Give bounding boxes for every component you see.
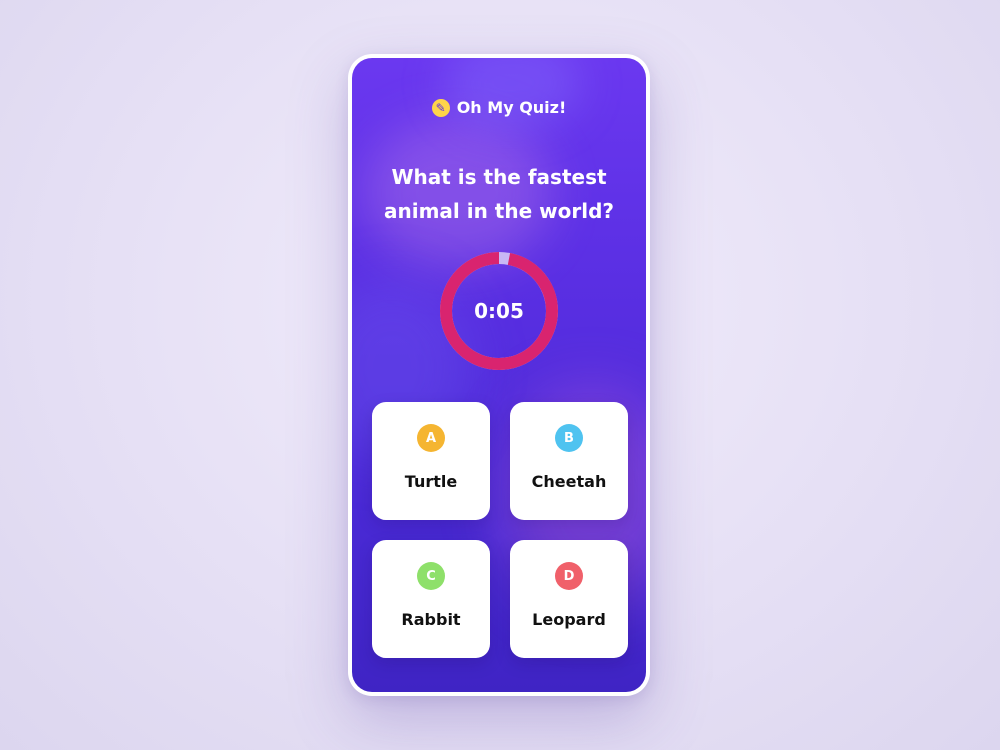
quiz-logo-icon: ✎ [431, 98, 450, 117]
answer-letter-badge: C [417, 562, 445, 590]
app-title: Oh My Quiz! [456, 98, 567, 117]
phone-frame: ✎ Oh My Quiz! What is the fastest animal… [348, 54, 650, 696]
answer-letter-badge: D [555, 562, 583, 590]
answer-option-a[interactable]: A Turtle [372, 402, 490, 520]
answer-label: Rabbit [401, 610, 461, 629]
answer-option-d[interactable]: D Leopard [510, 540, 628, 658]
answer-letter-badge: A [417, 424, 445, 452]
answer-label: Leopard [532, 610, 606, 629]
background-glow [442, 58, 582, 128]
answer-label: Cheetah [531, 472, 607, 491]
answer-label: Turtle [404, 472, 458, 491]
answer-letter-badge: B [555, 424, 583, 452]
timer-value: 0:05 [474, 299, 524, 323]
question-text: What is the fastest animal in the world? [384, 165, 614, 223]
answer-option-c[interactable]: C Rabbit [372, 540, 490, 658]
app-header: ✎ Oh My Quiz! [352, 98, 646, 117]
answer-option-b[interactable]: B Cheetah [510, 402, 628, 520]
answer-grid: A Turtle B Cheetah C Rabbit D Leopard [372, 402, 628, 658]
quiz-screen: ✎ Oh My Quiz! What is the fastest animal… [352, 58, 646, 692]
countdown-timer: 0:05 [439, 251, 559, 371]
